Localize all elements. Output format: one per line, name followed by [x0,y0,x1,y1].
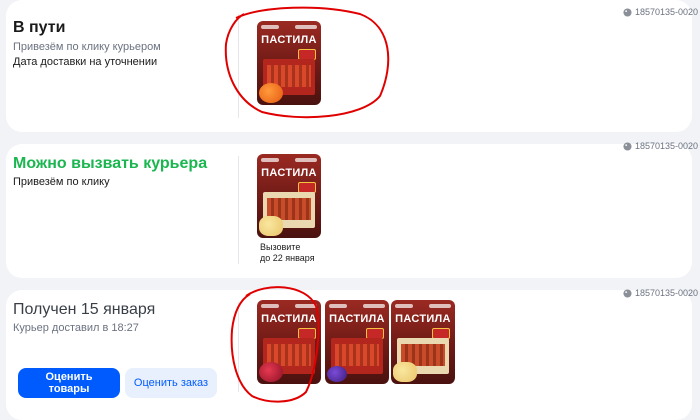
card-divider [238,156,239,264]
order-id: 18570135-0020 [623,141,698,151]
tag-icon [623,7,632,17]
order-status-title: В пути [13,19,66,36]
order-status-title: Можно вызвать курьера [13,155,208,172]
delivery-date-note: Дата доставки на уточнении [13,56,158,68]
rate-items-button[interactable]: Оценить товары [18,368,120,398]
tag-icon [623,288,632,298]
rate-order-button[interactable]: Оценить заказ [125,368,217,398]
order-id: 18570135-0020 [623,7,698,17]
delivery-note: Привезём по клику [13,176,110,188]
caption-line-1: Вызовите [260,242,301,252]
product-thumbnail[interactable]: ПАСТИЛА [325,300,389,384]
order-status-subtitle: Привезём по клику курьером [13,41,161,53]
product-title: ПАСТИЛА [261,167,317,179]
product-title: ПАСТИЛА [329,313,385,325]
order-id: 18570135-0020 [623,288,698,298]
product-thumbnail[interactable]: ПАСТИЛА [257,21,321,105]
product-thumbnail[interactable]: ПАСТИЛА [391,300,455,384]
order-id-text: 18570135-0020 [634,288,698,298]
call-courier-deadline: Вызовите до 22 января [260,242,315,264]
product-title: ПАСТИЛА [261,313,317,325]
order-status-subtitle: Курьер доставил в 18:27 [13,322,139,334]
tag-icon [623,141,632,151]
product-thumbnail[interactable]: ПАСТИЛА [257,300,321,384]
order-status-title: Получен 15 января [13,301,156,318]
product-title: ПАСТИЛА [261,34,317,46]
product-title: ПАСТИЛА [395,313,451,325]
card-divider [238,14,239,118]
caption-line-2: до 22 января [260,253,315,263]
order-id-text: 18570135-0020 [634,141,698,151]
order-id-text: 18570135-0020 [634,7,698,17]
card-divider [238,302,239,392]
product-thumbnail[interactable]: ПАСТИЛА [257,154,321,238]
